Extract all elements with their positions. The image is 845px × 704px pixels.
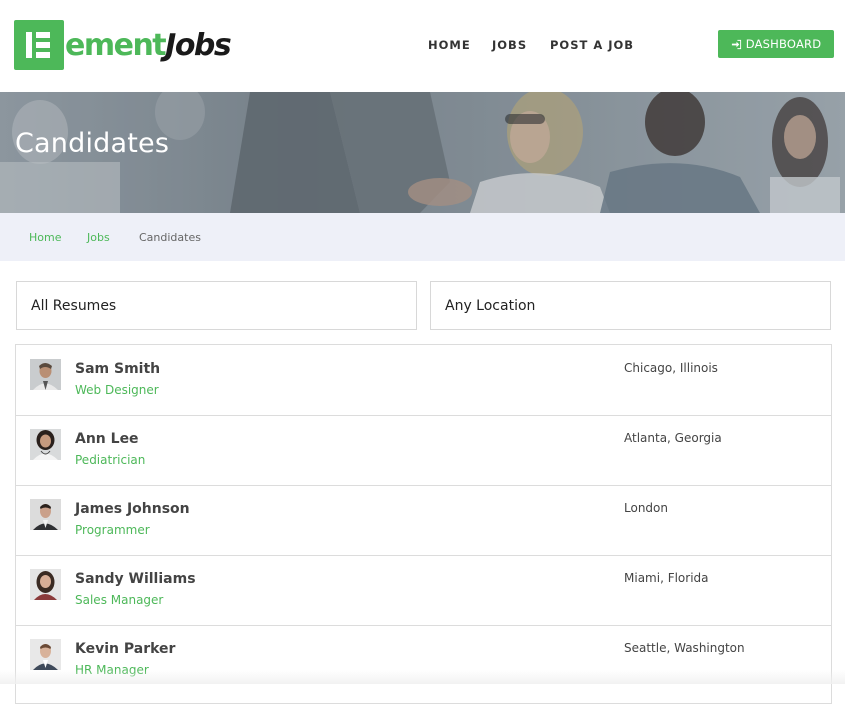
candidate-row[interactable]: James Johnson Programmer London xyxy=(16,485,831,556)
sign-in-icon xyxy=(731,39,741,49)
candidate-title: Web Designer xyxy=(75,383,159,397)
breadcrumb-jobs[interactable]: Jobs xyxy=(87,231,110,244)
nav-home[interactable]: HOME xyxy=(428,38,471,52)
candidate-location: Atlanta, Georgia xyxy=(624,431,722,445)
hero-banner: Candidates xyxy=(0,92,845,213)
candidate-avatar xyxy=(30,569,61,600)
location-filter-select[interactable]: Any Location xyxy=(430,281,831,330)
resume-filter-value: All Resumes xyxy=(31,298,117,314)
bottom-fade xyxy=(0,670,845,684)
breadcrumb-home[interactable]: Home xyxy=(29,231,61,244)
candidate-location: Chicago, Illinois xyxy=(624,361,718,375)
site-header: ement Jobs HOME JOBS POST A JOB DASHBOAR… xyxy=(0,0,845,92)
breadcrumb-current: Candidates xyxy=(139,231,201,244)
dashboard-button[interactable]: DASHBOARD xyxy=(718,30,834,58)
nav-post-a-job[interactable]: POST A JOB xyxy=(550,38,634,52)
candidate-name: Sam Smith xyxy=(75,361,161,377)
resume-filter-select[interactable]: All Resumes xyxy=(16,281,417,330)
candidate-title: Programmer xyxy=(75,523,150,537)
page-title: Candidates xyxy=(15,128,170,159)
candidate-name: Sandy Williams xyxy=(75,571,196,587)
candidate-name: James Johnson xyxy=(75,501,190,517)
candidate-row[interactable]: Ann Lee Pediatrician Atlanta, Georgia xyxy=(16,415,831,486)
candidate-avatar xyxy=(30,639,61,670)
nav-jobs[interactable]: JOBS xyxy=(492,38,527,52)
candidate-title: Sales Manager xyxy=(75,593,164,607)
candidate-title: Pediatrician xyxy=(75,453,146,467)
location-filter-value: Any Location xyxy=(445,298,536,314)
candidate-row[interactable]: Sam Smith Web Designer Chicago, Illinois xyxy=(16,345,831,416)
dashboard-label: DASHBOARD xyxy=(745,37,822,51)
candidate-list: Sam Smith Web Designer Chicago, Illinois… xyxy=(15,344,832,704)
candidate-row[interactable]: Kevin Parker HR Manager Seattle, Washing… xyxy=(16,625,831,695)
candidate-location: Seattle, Washington xyxy=(624,641,745,655)
candidate-name: Kevin Parker xyxy=(75,641,176,657)
candidate-avatar xyxy=(30,359,61,390)
candidate-location: London xyxy=(624,501,668,515)
candidate-avatar xyxy=(30,499,61,530)
candidate-avatar xyxy=(30,429,61,460)
breadcrumb: Home Jobs Candidates xyxy=(0,213,845,261)
candidate-row[interactable]: Sandy Williams Sales Manager Miami, Flor… xyxy=(16,555,831,626)
candidate-name: Ann Lee xyxy=(75,431,139,447)
candidate-location: Miami, Florida xyxy=(624,571,709,585)
